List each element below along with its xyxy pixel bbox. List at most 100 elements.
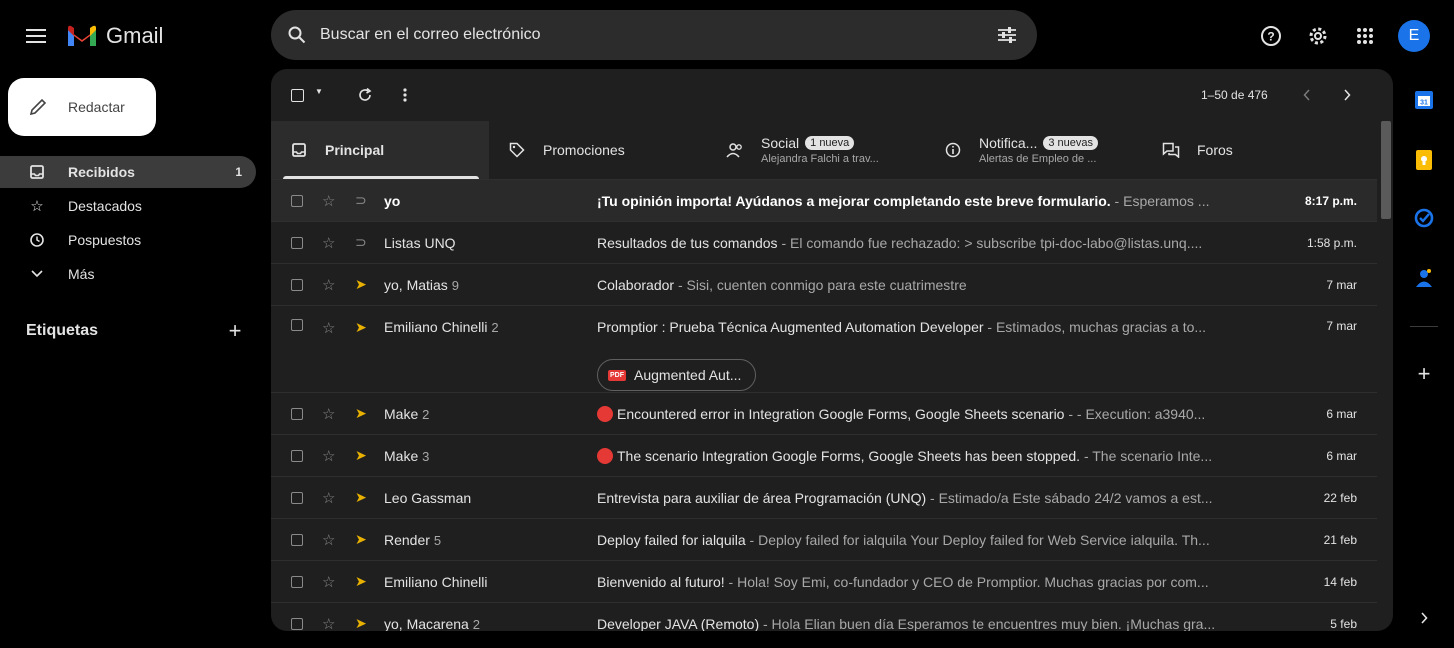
sidebar-item-snoozed[interactable]: Pospuestos bbox=[0, 224, 256, 256]
email-snippet: - Estimado/a Este sábado 24/2 vamos a es… bbox=[926, 489, 1213, 506]
newer-page-chevron-left-icon[interactable] bbox=[1295, 83, 1319, 107]
importance-marker-icon[interactable]: ➤ bbox=[355, 405, 367, 422]
red-circle-emoji-icon bbox=[597, 405, 613, 422]
select-dropdown-icon[interactable]: ▼ bbox=[315, 87, 323, 96]
email-row[interactable]: ☆ ➤ yo, Matias 9 Colaborador - Sisi, cue… bbox=[271, 263, 1377, 305]
star-toggle-icon[interactable]: ☆ bbox=[322, 276, 335, 294]
email-sender: Emiliano Chinelli bbox=[384, 573, 488, 590]
tab-label: Principal bbox=[325, 142, 385, 158]
search-bar[interactable] bbox=[271, 10, 1037, 60]
tasks-app-icon[interactable] bbox=[1410, 204, 1438, 232]
attachment-name: Augmented Aut... bbox=[634, 367, 742, 383]
star-toggle-icon[interactable]: ☆ bbox=[322, 319, 335, 337]
email-snippet: - Estimados, muchas gracias a to... bbox=[983, 319, 1207, 335]
mail-list-scrollbar[interactable] bbox=[1379, 121, 1393, 631]
pagination-range: 1–50 de 476 bbox=[1201, 88, 1268, 102]
select-all-checkbox[interactable] bbox=[291, 89, 304, 102]
row-checkbox[interactable] bbox=[291, 491, 303, 504]
email-snippet: - - Execution: a3940... bbox=[1064, 405, 1206, 422]
search-input[interactable] bbox=[318, 10, 978, 60]
row-checkbox[interactable] bbox=[291, 407, 303, 420]
help-icon[interactable]: ? bbox=[1258, 23, 1284, 49]
new-count-badge: 3 nuevas bbox=[1043, 136, 1099, 150]
tab-promociones[interactable]: Promociones bbox=[489, 121, 707, 179]
sidebar-item-starred[interactable]: ☆ Destacados bbox=[0, 190, 256, 222]
search-icon[interactable] bbox=[285, 23, 309, 47]
main-menu-button[interactable] bbox=[20, 18, 52, 54]
email-row[interactable]: ☆ ➤ Make 3 The scenario Integration Goog… bbox=[271, 434, 1377, 476]
sidebar-item-label: Pospuestos bbox=[68, 232, 142, 248]
email-date: 6 mar bbox=[1326, 406, 1357, 421]
tab-notificaciones[interactable]: Notifica... 3 nuevas Alertas de Empleo de… bbox=[925, 121, 1143, 179]
importance-marker-icon[interactable]: ⊃ bbox=[355, 192, 367, 209]
importance-marker-icon[interactable]: ➤ bbox=[355, 447, 367, 464]
settings-gear-icon[interactable] bbox=[1305, 23, 1331, 49]
email-row[interactable]: ☆ ➤ Emiliano Chinelli 2 Promptior : Prue… bbox=[271, 305, 1377, 392]
email-sender: Make 2 bbox=[384, 405, 430, 422]
add-label-plus-icon[interactable]: + bbox=[222, 318, 248, 344]
star-toggle-icon[interactable]: ☆ bbox=[322, 192, 335, 210]
row-checkbox[interactable] bbox=[291, 194, 303, 207]
gmail-logo[interactable]: Gmail bbox=[66, 20, 176, 52]
more-vert-icon[interactable] bbox=[393, 83, 417, 107]
importance-marker-icon[interactable]: ➤ bbox=[355, 489, 367, 506]
email-row[interactable]: ☆ ➤ Make 2 Encountered error in Integrat… bbox=[271, 392, 1377, 434]
importance-marker-icon[interactable]: ➤ bbox=[355, 319, 367, 336]
account-avatar[interactable]: E bbox=[1398, 20, 1430, 52]
compose-button[interactable]: Redactar bbox=[8, 78, 156, 136]
email-subject: Colaborador bbox=[597, 276, 675, 293]
new-count-badge: 1 nueva bbox=[805, 136, 855, 150]
apps-grid-icon[interactable] bbox=[1352, 23, 1378, 49]
tab-social[interactable]: Social 1 nueva Alejandra Falchi a trav... bbox=[707, 121, 925, 179]
email-sender: Listas UNQ bbox=[384, 234, 456, 251]
pencil-icon bbox=[28, 97, 48, 117]
email-row[interactable]: ☆ ➤ Leo Gassman Entrevista para auxiliar… bbox=[271, 476, 1377, 518]
search-options-icon[interactable] bbox=[995, 23, 1019, 47]
email-subject: The scenario Integration Google Forms, G… bbox=[597, 447, 1080, 464]
refresh-icon[interactable] bbox=[353, 83, 377, 107]
email-row[interactable]: ☆ ➤ yo, Macarena 2 Developer JAVA (Remot… bbox=[271, 602, 1377, 631]
scrollbar-thumb[interactable] bbox=[1381, 121, 1391, 219]
tab-principal[interactable]: Principal bbox=[271, 121, 489, 179]
tab-foros[interactable]: Foros bbox=[1143, 121, 1361, 179]
people-icon bbox=[725, 142, 745, 158]
sidebar-item-more[interactable]: Más bbox=[0, 258, 256, 290]
importance-marker-icon[interactable]: ➤ bbox=[355, 615, 367, 631]
row-checkbox[interactable] bbox=[291, 617, 303, 630]
keep-app-icon[interactable] bbox=[1410, 146, 1438, 174]
importance-marker-icon[interactable]: ➤ bbox=[355, 276, 367, 293]
email-date: 14 feb bbox=[1323, 574, 1357, 589]
email-sender: Make 3 bbox=[384, 447, 430, 464]
importance-marker-icon[interactable]: ➤ bbox=[355, 573, 367, 590]
attachment-chip[interactable]: PDF Augmented Aut... bbox=[597, 359, 757, 391]
star-toggle-icon[interactable]: ☆ bbox=[322, 234, 335, 252]
sidebar-item-inbox[interactable]: Recibidos 1 bbox=[0, 156, 256, 188]
sidebar-item-label: Más bbox=[68, 266, 95, 282]
email-row[interactable]: ☆ ⊃ Listas UNQ Resultados de tus comando… bbox=[271, 221, 1377, 263]
star-toggle-icon[interactable]: ☆ bbox=[322, 531, 335, 549]
email-subject: Encountered error in Integration Google … bbox=[597, 405, 1064, 422]
add-addon-plus-icon[interactable]: + bbox=[1410, 360, 1438, 388]
row-checkbox[interactable] bbox=[291, 449, 303, 462]
contacts-app-icon[interactable] bbox=[1410, 264, 1438, 292]
pdf-file-icon: PDF bbox=[608, 369, 626, 381]
row-checkbox[interactable] bbox=[291, 236, 303, 249]
importance-marker-icon[interactable]: ⊃ bbox=[355, 234, 367, 251]
row-checkbox[interactable] bbox=[291, 278, 303, 291]
star-toggle-icon[interactable]: ☆ bbox=[322, 573, 335, 591]
row-checkbox[interactable] bbox=[291, 533, 303, 546]
row-checkbox[interactable] bbox=[291, 575, 303, 588]
calendar-app-icon[interactable]: 31 bbox=[1410, 86, 1438, 114]
importance-marker-icon[interactable]: ➤ bbox=[355, 531, 367, 548]
star-toggle-icon[interactable]: ☆ bbox=[322, 447, 335, 465]
older-page-chevron-right-icon[interactable] bbox=[1335, 83, 1359, 107]
expand-side-panel-chevron-icon[interactable] bbox=[1410, 604, 1438, 632]
email-subject: Promptior : Prueba Técnica Augmented Aut… bbox=[597, 319, 984, 335]
email-row[interactable]: ☆ ➤ Emiliano Chinelli Bienvenido al futu… bbox=[271, 560, 1377, 602]
email-row[interactable]: ☆ ➤ Render 5 Deploy failed for ialquila … bbox=[271, 518, 1377, 560]
star-toggle-icon[interactable]: ☆ bbox=[322, 615, 335, 632]
row-checkbox[interactable] bbox=[291, 319, 303, 331]
star-toggle-icon[interactable]: ☆ bbox=[322, 405, 335, 423]
star-toggle-icon[interactable]: ☆ bbox=[322, 489, 335, 507]
email-row[interactable]: ☆ ⊃ yo ¡Tu opinión importa! Ayúdanos a m… bbox=[271, 179, 1377, 221]
